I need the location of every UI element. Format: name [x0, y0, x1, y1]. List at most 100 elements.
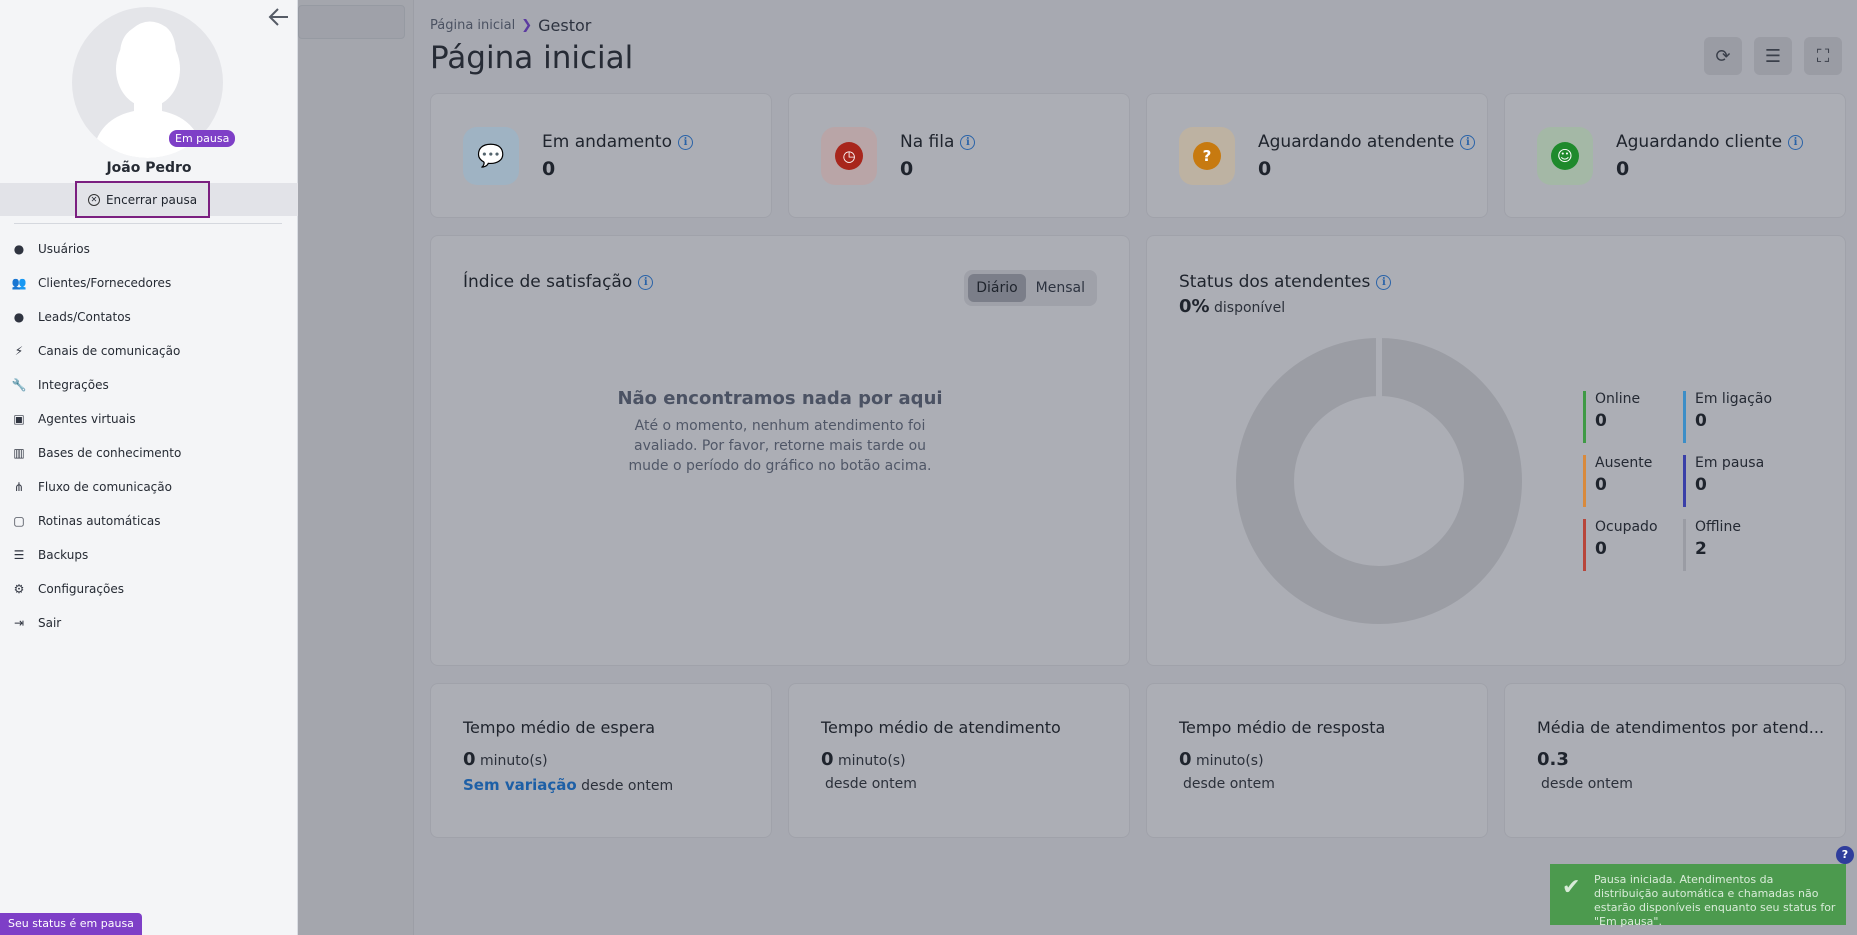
legend-value: 0 — [1595, 475, 1607, 495]
legend-item-online: Online 0 — [1583, 391, 1683, 443]
nav-label: Sair — [38, 616, 62, 630]
plug-icon: ⚡ — [14, 344, 24, 358]
pause-toast[interactable]: ✔ Pausa iniciada. Atendimentos da distri… — [1550, 864, 1846, 928]
info-icon[interactable]: i — [677, 134, 693, 150]
metric-title: Tempo médio de resposta — [1179, 718, 1386, 737]
stat-value: 0 — [900, 158, 914, 180]
metric-value: 0.3 — [1537, 749, 1569, 770]
back-arrow-icon[interactable] — [266, 4, 292, 30]
metric-card-resposta: Tempo médio de resposta 0 minuto(s) desd… — [1146, 683, 1488, 838]
breadcrumb-home[interactable]: Página inicial — [430, 18, 515, 33]
nav-item-leads[interactable]: ● Leads/Contatos — [0, 300, 298, 334]
info-icon[interactable]: i — [960, 134, 976, 150]
info-icon[interactable]: i — [1788, 134, 1804, 150]
empty-state-title: Não encontramos nada por aqui — [617, 388, 943, 409]
flow-icon: ⋔ — [13, 480, 25, 494]
toggle-monthly[interactable]: Mensal — [1028, 274, 1093, 302]
stat-value: 0 — [1258, 158, 1272, 180]
end-pause-label: Encerrar pausa — [105, 192, 198, 207]
nav-label: Agentes virtuais — [38, 412, 136, 426]
stat-label: Aguardando cliente — [1616, 132, 1783, 152]
nav-label: Canais de comunicação — [38, 344, 181, 358]
metric-card-atendimento: Tempo médio de atendimento 0 minuto(s) d… — [788, 683, 1130, 838]
stat-label: Na fila — [900, 132, 955, 152]
legend-item-em-ligacao: Em ligação 0 — [1683, 391, 1783, 443]
legend-label: Online — [1595, 391, 1641, 407]
refresh-icon: ⟳ — [1715, 45, 1731, 67]
drawer-nav: ● Usuários 👥 Clientes/Fornecedores ● Leads/… — [0, 232, 298, 640]
user-icon: ● — [13, 242, 25, 256]
info-icon[interactable]: i — [1376, 274, 1392, 290]
users-icon: 👥 — [11, 276, 27, 290]
empty-state-text: Até o momento, nenhum atendimento foi av… — [628, 418, 932, 474]
check-icon: ✔ — [1562, 875, 1581, 900]
nav-item-backups[interactable]: ☰ Backups — [0, 538, 298, 572]
nav-label: Leads/Contatos — [38, 310, 131, 324]
collapsed-sidebar — [298, 0, 414, 935]
metric-since: desde ontem — [581, 778, 674, 794]
status-footer: Seu status é em pausa — [0, 913, 142, 935]
metric-since: desde ontem — [825, 776, 917, 792]
refresh-button[interactable]: ⟳ — [1704, 37, 1742, 75]
nav-item-canais[interactable]: ⚡ Canais de comunicação — [0, 334, 298, 368]
legend-item-ausente: Ausente 0 — [1583, 455, 1683, 507]
metric-card-espera: Tempo médio de espera 0 minuto(s) Sem va… — [430, 683, 772, 838]
nav-item-clientes[interactable]: 👥 Clientes/Fornecedores — [0, 266, 298, 300]
nav-item-configuracoes[interactable]: ⚙ Configurações — [0, 572, 298, 606]
metric-title: Média de atendimentos por atend... — [1537, 718, 1825, 737]
metric-value: 0 — [1179, 749, 1192, 770]
nav-label: Fluxo de comunicação — [38, 480, 172, 494]
nav-item-fluxo[interactable]: ⋔ Fluxo de comunicação — [0, 470, 298, 504]
legend-value: 0 — [1695, 475, 1707, 495]
stat-card-aguardando-atendente: ? Aguardando atendente i 0 — [1146, 93, 1488, 218]
donut-gap — [1376, 337, 1382, 399]
metric-variation: Sem variação — [463, 776, 577, 794]
end-pause-button[interactable]: ✕ Encerrar pausa — [75, 181, 210, 218]
breadcrumb: Página inicial ❯ Gestor — [430, 16, 591, 35]
legend-item-offline: Offline 2 — [1683, 519, 1783, 571]
nav-item-integracoes[interactable]: 🔧 Integrações — [0, 368, 298, 402]
status-badge: Em pausa — [169, 130, 236, 147]
sidebar-search[interactable] — [298, 5, 405, 39]
status-legend: Online 0 Em ligação 0 Ausente 0 Em pausa 0 O… — [1583, 391, 1783, 571]
close-circle-icon: ✕ — [87, 193, 100, 206]
filter-button[interactable]: ☰ — [1754, 37, 1792, 75]
help-button[interactable]: ? — [1836, 846, 1854, 864]
divider — [14, 223, 282, 224]
info-icon[interactable]: i — [1460, 134, 1476, 150]
info-icon[interactable]: i — [638, 274, 654, 290]
toolbar: ⟳ ☰ ⛶ — [1704, 37, 1842, 75]
nav-item-usuarios[interactable]: ● Usuários — [0, 232, 298, 266]
toggle-daily[interactable]: Diário — [968, 274, 1026, 302]
stat-card-aguardando-cliente: ☺ Aguardando cliente i 0 — [1504, 93, 1846, 218]
chevron-right-icon: ❯ — [521, 18, 533, 33]
logout-icon: ⇥ — [13, 616, 25, 630]
nav-label: Usuários — [38, 242, 90, 256]
legend-label: Ausente — [1595, 455, 1653, 471]
calendar-icon: ▢ — [13, 514, 25, 528]
metric-since: desde ontem — [1183, 776, 1275, 792]
chat-icon: 💬 — [463, 127, 519, 185]
clock-icon: ◷ — [821, 127, 877, 185]
metric-value: 0 — [463, 749, 476, 770]
nav-item-rotinas[interactable]: ▢ Rotinas automáticas — [0, 504, 298, 538]
metric-since: desde ontem — [1541, 776, 1633, 792]
legend-value: 2 — [1695, 539, 1707, 559]
metric-value: 0 — [821, 749, 834, 770]
percent-value: 0% — [1179, 296, 1210, 317]
nav-label: Clientes/Fornecedores — [38, 276, 172, 290]
breadcrumb-current: Gestor — [538, 16, 592, 35]
nav-label: Integrações — [38, 378, 109, 392]
satisfaction-panel: Índice de satisfação i Diário Mensal Não … — [430, 235, 1130, 666]
user-name: João Pedro — [106, 160, 192, 176]
nav-item-agentes[interactable]: ▣ Agentes virtuais — [0, 402, 298, 436]
nav-item-bases[interactable]: ▥ Bases de conhecimento — [0, 436, 298, 470]
database-icon: ☰ — [13, 548, 25, 562]
legend-label: Offline — [1695, 519, 1741, 535]
fullscreen-button[interactable]: ⛶ — [1804, 37, 1842, 75]
percent-label: disponível — [1214, 300, 1286, 316]
legend-value: 0 — [1595, 411, 1607, 431]
nav-item-sair[interactable]: ⇥ Sair — [0, 606, 298, 640]
satisfaction-title: Índice de satisfação — [463, 272, 633, 292]
robot-icon: ▣ — [13, 412, 25, 426]
